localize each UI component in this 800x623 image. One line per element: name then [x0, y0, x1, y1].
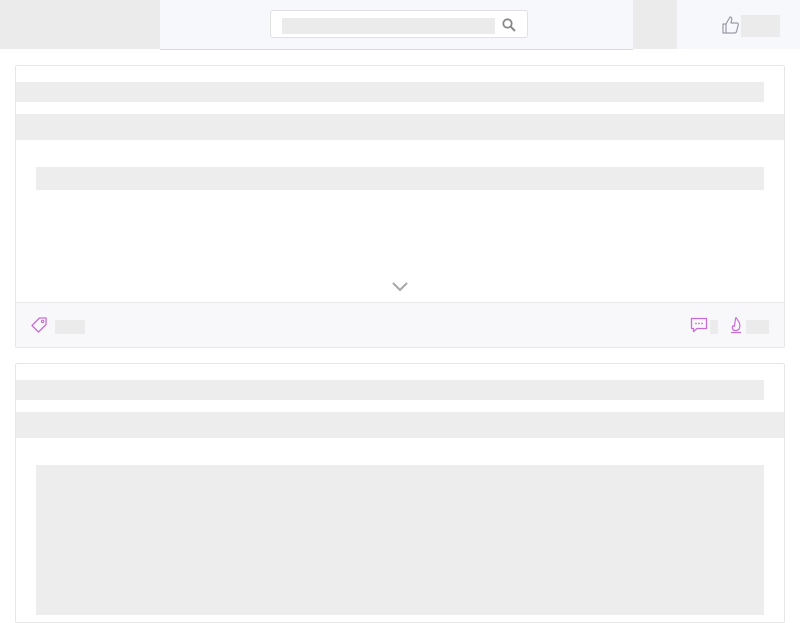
thumbs-up-icon[interactable] [721, 15, 741, 35]
search-icon[interactable] [501, 17, 517, 33]
post-card-skeleton [15, 65, 785, 348]
body-skeleton [36, 167, 764, 190]
comment-icon[interactable] [690, 317, 708, 333]
post-footer [16, 302, 784, 347]
tag-icon[interactable] [30, 316, 48, 334]
search-input[interactable] [270, 10, 528, 38]
title-skeleton [16, 380, 764, 400]
meta-skeleton [16, 412, 784, 438]
header-actions [677, 0, 800, 49]
chevron-down-icon[interactable] [390, 279, 410, 293]
tag-label-skeleton [55, 320, 85, 334]
meta-skeleton [16, 114, 784, 140]
header-search-area [160, 0, 633, 50]
search-placeholder-skeleton [282, 18, 495, 34]
title-skeleton [16, 82, 764, 102]
top-bar [0, 0, 800, 50]
hot-count-skeleton [746, 320, 769, 334]
user-action-skeleton [741, 15, 780, 37]
post-card-skeleton [15, 363, 785, 623]
flame-icon[interactable] [729, 316, 743, 334]
comment-count-skeleton [710, 320, 718, 334]
image-skeleton [36, 465, 764, 615]
